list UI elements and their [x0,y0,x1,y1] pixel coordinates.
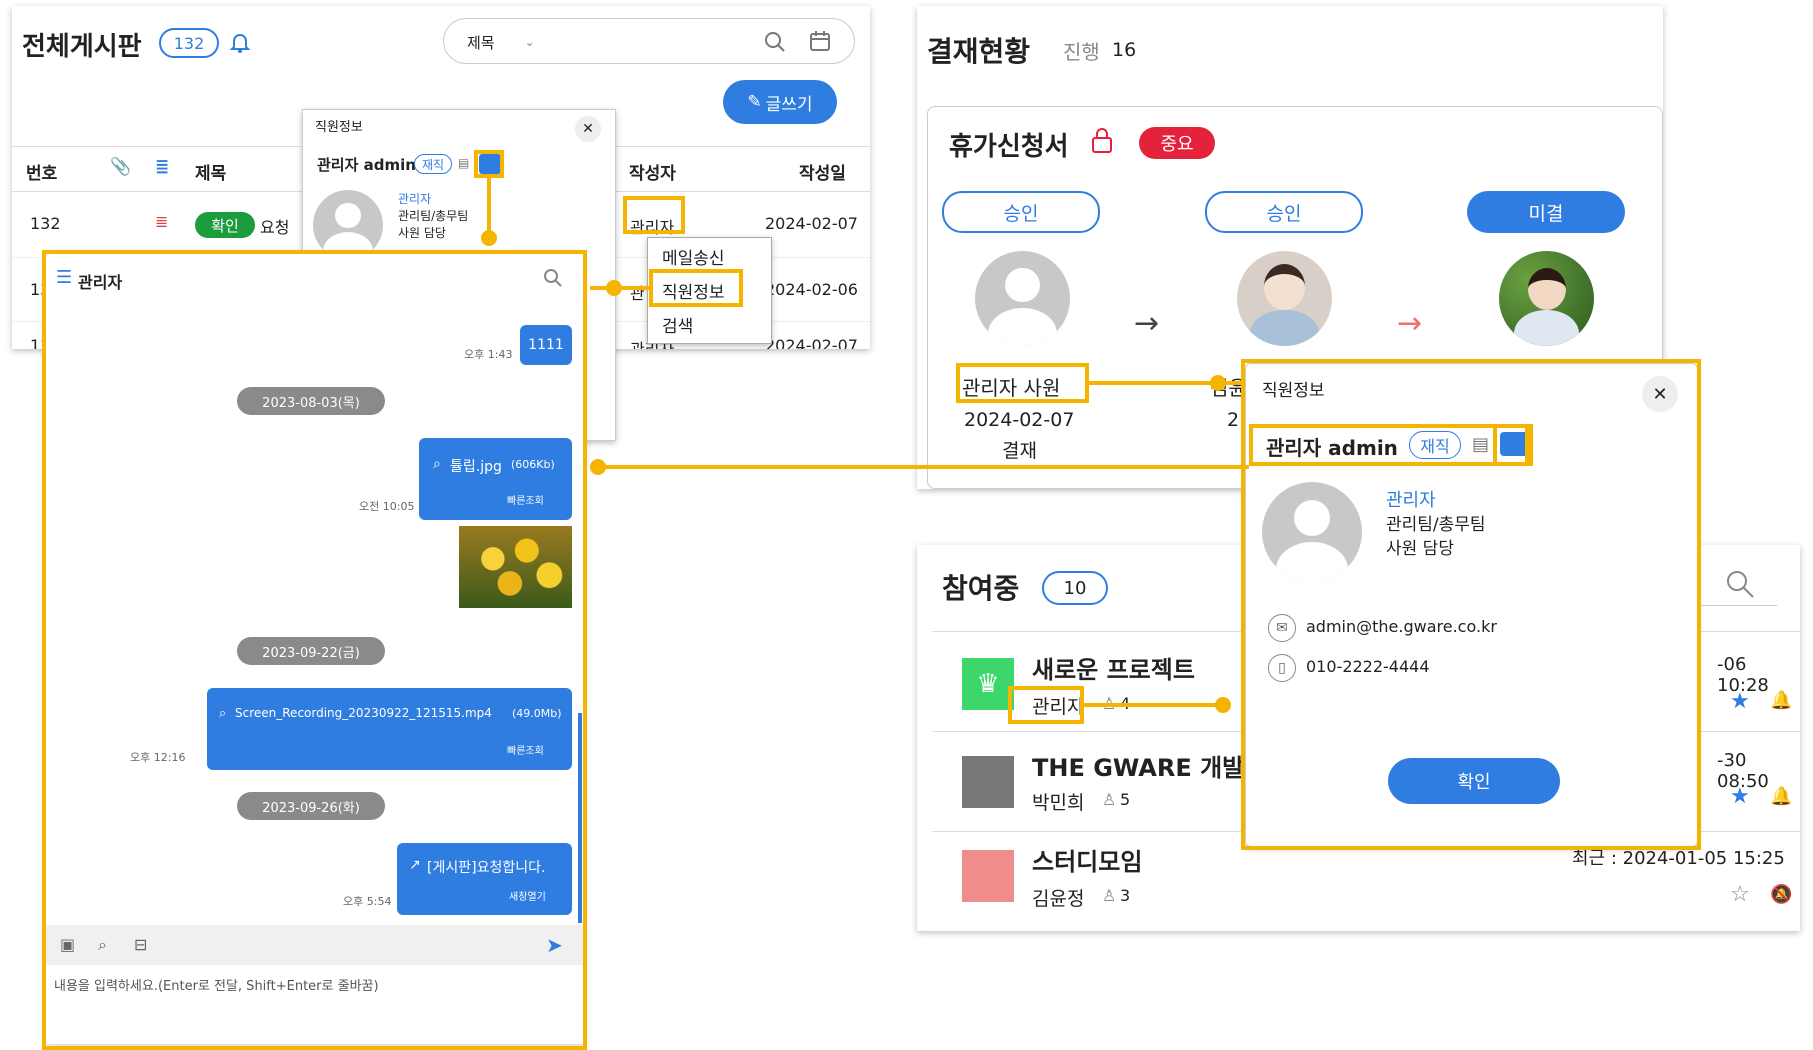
project-name: THE GWARE 개발 계 [1032,754,1275,782]
highlight-approver-name [956,363,1089,403]
member-icon: ♙ [1102,790,1117,809]
connector-dot [1215,697,1231,713]
highlight-chat-icon-large [1493,424,1533,466]
star-icon[interactable]: ★ [1730,689,1750,714]
search-underline [1697,605,1777,606]
connector-dot [1210,375,1226,391]
row-num: 132 [30,214,61,233]
connector-dot [606,280,622,296]
project-owner[interactable]: 박민희 [1032,788,1084,815]
approver-avatar [1499,251,1594,346]
lock-icon [1090,126,1114,158]
step-status: 미결 [1467,191,1625,233]
paperclip-icon: 📎 [110,157,132,177]
search-field-select-value: 제목 [467,33,495,52]
calendar-icon[interactable] [809,30,831,56]
project-owner[interactable]: 김윤정 [1032,884,1084,911]
pencil-icon: ✎ [747,92,762,112]
connector-line [487,178,491,236]
row-date: 2024-02-06 [765,280,858,299]
highlight-project-owner [1008,686,1084,724]
progress-count: 16 [1112,39,1137,61]
row-date: 2024-02-07 [765,214,858,233]
status-badge: 재직 [414,154,452,174]
connector-dot [590,459,606,475]
member-count: 5 [1120,790,1131,809]
project-color-icon [962,850,1014,902]
list-icon: ≣ [155,157,170,177]
step-status: 승인 [1205,191,1363,233]
bell-off-icon[interactable]: 🔕 [1770,884,1792,905]
connector-dot [481,230,497,246]
star-icon[interactable]: ★ [1730,784,1750,809]
col-author: 작성자 [629,164,676,184]
menu-item-search[interactable]: 검색 [662,312,693,337]
participating-title: 참여중 [942,572,1020,605]
employee-name: 관리자 admin [317,156,416,174]
highlight-chat-window [42,250,587,1050]
bell-icon[interactable]: 🔔 [1770,786,1792,807]
employee-position: 사원 담당 [398,226,446,240]
participating-count: 10 [1042,571,1108,605]
project-name: 새로운 프로젝트 [1032,656,1195,684]
search-field-select[interactable]: 제목 ⌄ [467,30,567,54]
highlight-menu-employee-info [649,269,743,307]
row-date: 2024-02-07 [765,336,858,349]
member-count: 3 [1120,886,1131,905]
row-author[interactable]: 관 [630,280,645,304]
approve-status: 결재 [1002,440,1037,462]
bell-icon[interactable]: 🔔 [1770,690,1792,711]
status-badge: 확인 [195,212,255,238]
approver-avatar [1237,251,1332,346]
connector-line [1084,703,1229,707]
search-icon[interactable] [1725,569,1755,603]
menu-item-send-mail[interactable]: 메일송신 [662,244,725,269]
important-badge: 중요 [1139,127,1215,159]
employee-dept: 관리팀/총무팀 [398,209,469,223]
write-button-label: 글쓰기 [765,94,813,115]
col-date: 작성일 [799,164,846,184]
arrow-right-icon: → [1134,306,1160,341]
approver-avatar [975,251,1070,346]
board-count-badge: 132 [159,28,219,58]
board-title: 전체게시판 [22,32,142,62]
approval-title: 결재현황 [927,35,1031,68]
list-icon: ≣ [155,212,169,231]
crown-icon: ♛ [962,658,1014,710]
project-name: 스터디모임 [1032,848,1143,876]
project-color-icon [962,756,1014,808]
profile-card-icon[interactable]: ▤ [458,156,469,170]
row-title[interactable]: 요청 [260,214,289,238]
step-status: 승인 [942,191,1100,233]
search-icon[interactable] [763,30,787,58]
highlight-author [623,196,685,234]
doc-title: 휴가신청서 [949,132,1069,162]
arrow-right-icon: → [1397,306,1423,341]
chevron-down-icon: ⌄ [524,35,535,49]
write-button[interactable]: ✎ 글쓰기 [723,80,837,124]
col-title: 제목 [195,164,227,184]
star-outline-icon[interactable]: ☆ [1730,882,1750,907]
member-icon: ♙ [1102,886,1117,905]
col-num: 번호 [26,164,58,184]
progress-label: 진행 [1063,40,1100,64]
employee-role: 관리자 [398,192,432,206]
popup-header: 직원정보 [315,120,363,135]
approve-date: 2 [1227,409,1240,431]
approve-date: 2024-02-07 [964,409,1075,431]
highlight-chat-icon-small [474,150,504,178]
highlight-name-row [1249,424,1529,466]
connector-line [598,465,1249,469]
close-icon[interactable]: ✕ [575,116,601,142]
bell-icon[interactable] [229,32,251,58]
